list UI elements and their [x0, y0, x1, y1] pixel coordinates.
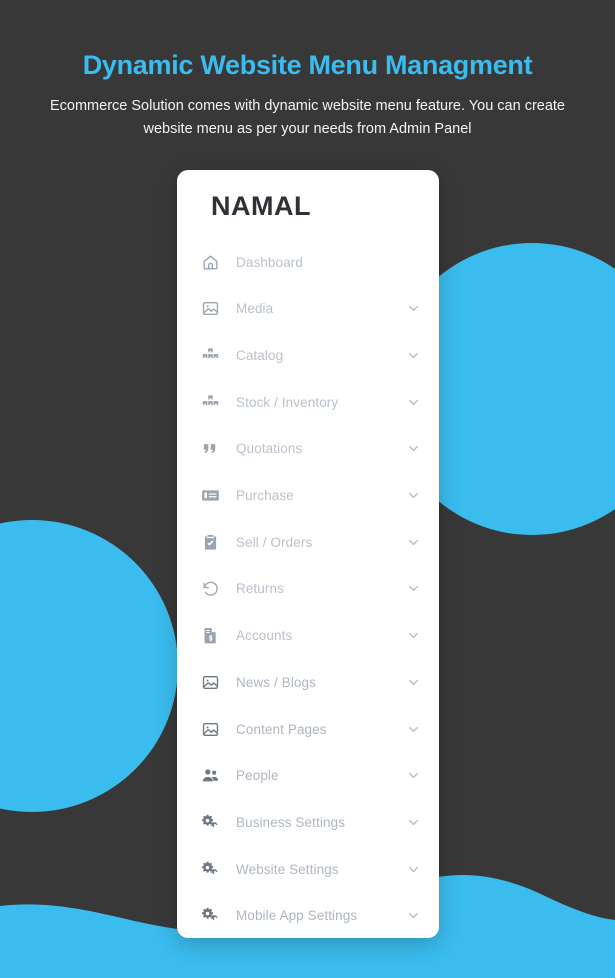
image-icon: [201, 299, 227, 319]
sidebar-item-stock-inventory[interactable]: Stock / Inventory: [177, 379, 439, 426]
sidebar-item-label: News / Blogs: [236, 674, 316, 690]
sidebar-item-purchase[interactable]: Purchase: [177, 472, 439, 519]
boxes-icon: [201, 346, 227, 366]
image-icon: [201, 672, 227, 692]
cogs-icon: [201, 859, 227, 879]
admin-menu-card: NAMAL Dashboard Media Catalog Stock / Inven…: [177, 170, 439, 938]
sidebar-item-label: Stock / Inventory: [236, 394, 339, 410]
chevron-down-icon[interactable]: [405, 723, 421, 736]
clipboard-check-icon: [201, 532, 227, 552]
users-icon: [201, 766, 227, 786]
boxes-icon: [201, 392, 227, 412]
sidebar-item-media[interactable]: Media: [177, 285, 439, 332]
sidebar-item-label: Purchase: [236, 488, 294, 504]
cogs-icon: [201, 906, 227, 926]
sidebar-item-sell-orders[interactable]: Sell / Orders: [177, 519, 439, 566]
sidebar-item-mobile-app-settings[interactable]: Mobile App Settings: [177, 892, 439, 938]
chevron-down-icon[interactable]: [405, 396, 421, 409]
file-invoice-dollar-icon: [201, 626, 227, 646]
sidebar-item-catalog[interactable]: Catalog: [177, 332, 439, 379]
sidebar-item-label: Quotations: [236, 441, 303, 457]
chevron-down-icon[interactable]: [405, 816, 421, 829]
chevron-down-icon[interactable]: [405, 769, 421, 782]
sidebar-item-label: Mobile App Settings: [236, 908, 358, 924]
sidebar-item-returns[interactable]: Returns: [177, 566, 439, 613]
brand-logo: NAMAL: [211, 191, 311, 221]
sidebar-item-label: Media: [236, 301, 274, 317]
undo-icon: [201, 579, 227, 599]
sidebar-item-content-pages[interactable]: Content Pages: [177, 706, 439, 753]
quote-right-icon: [201, 439, 227, 459]
sidebar-item-label: Dashboard: [236, 254, 303, 270]
chevron-down-icon[interactable]: [405, 909, 421, 922]
page-header: Dynamic Website Menu Managment Ecommerce…: [0, 0, 615, 140]
home-icon: [201, 252, 227, 272]
sidebar-menu-list: Dashboard Media Catalog Stock / Inventory Qu…: [177, 226, 439, 938]
sidebar-item-dashboard[interactable]: Dashboard: [177, 239, 439, 286]
image-icon: [201, 719, 227, 739]
chevron-down-icon[interactable]: [405, 536, 421, 549]
sidebar-item-news-blogs[interactable]: News / Blogs: [177, 659, 439, 706]
sidebar-item-website-settings[interactable]: Website Settings: [177, 846, 439, 893]
sidebar-item-people[interactable]: People: [177, 752, 439, 799]
chevron-down-icon[interactable]: [405, 582, 421, 595]
sidebar-item-label: People: [236, 768, 279, 784]
sidebar-item-business-settings[interactable]: Business Settings: [177, 799, 439, 846]
money-check-icon: [201, 486, 227, 506]
cogs-icon: [201, 812, 227, 832]
page-title: Dynamic Website Menu Managment: [82, 50, 533, 80]
sidebar-item-accounts[interactable]: Accounts: [177, 612, 439, 659]
chevron-down-icon[interactable]: [405, 442, 421, 455]
sidebar-item-label: Accounts: [236, 628, 293, 644]
chevron-down-icon[interactable]: [405, 629, 421, 642]
sidebar-item-label: Website Settings: [236, 861, 339, 877]
sidebar-item-label: Catalog: [236, 348, 284, 364]
sidebar-item-quotations[interactable]: Quotations: [177, 426, 439, 473]
chevron-down-icon[interactable]: [405, 863, 421, 876]
sidebar-item-label: Returns: [236, 581, 284, 597]
sidebar-item-label: Content Pages: [236, 721, 327, 737]
chevron-down-icon[interactable]: [405, 676, 421, 689]
chevron-down-icon[interactable]: [405, 349, 421, 362]
decorative-circle-left: [0, 520, 178, 812]
sidebar-item-label: Sell / Orders: [236, 534, 313, 550]
chevron-down-icon[interactable]: [405, 489, 421, 502]
sidebar-item-label: Business Settings: [236, 814, 346, 830]
chevron-down-icon[interactable]: [405, 302, 421, 315]
page-subtitle: Ecommerce Solution comes with dynamic we…: [49, 98, 565, 137]
